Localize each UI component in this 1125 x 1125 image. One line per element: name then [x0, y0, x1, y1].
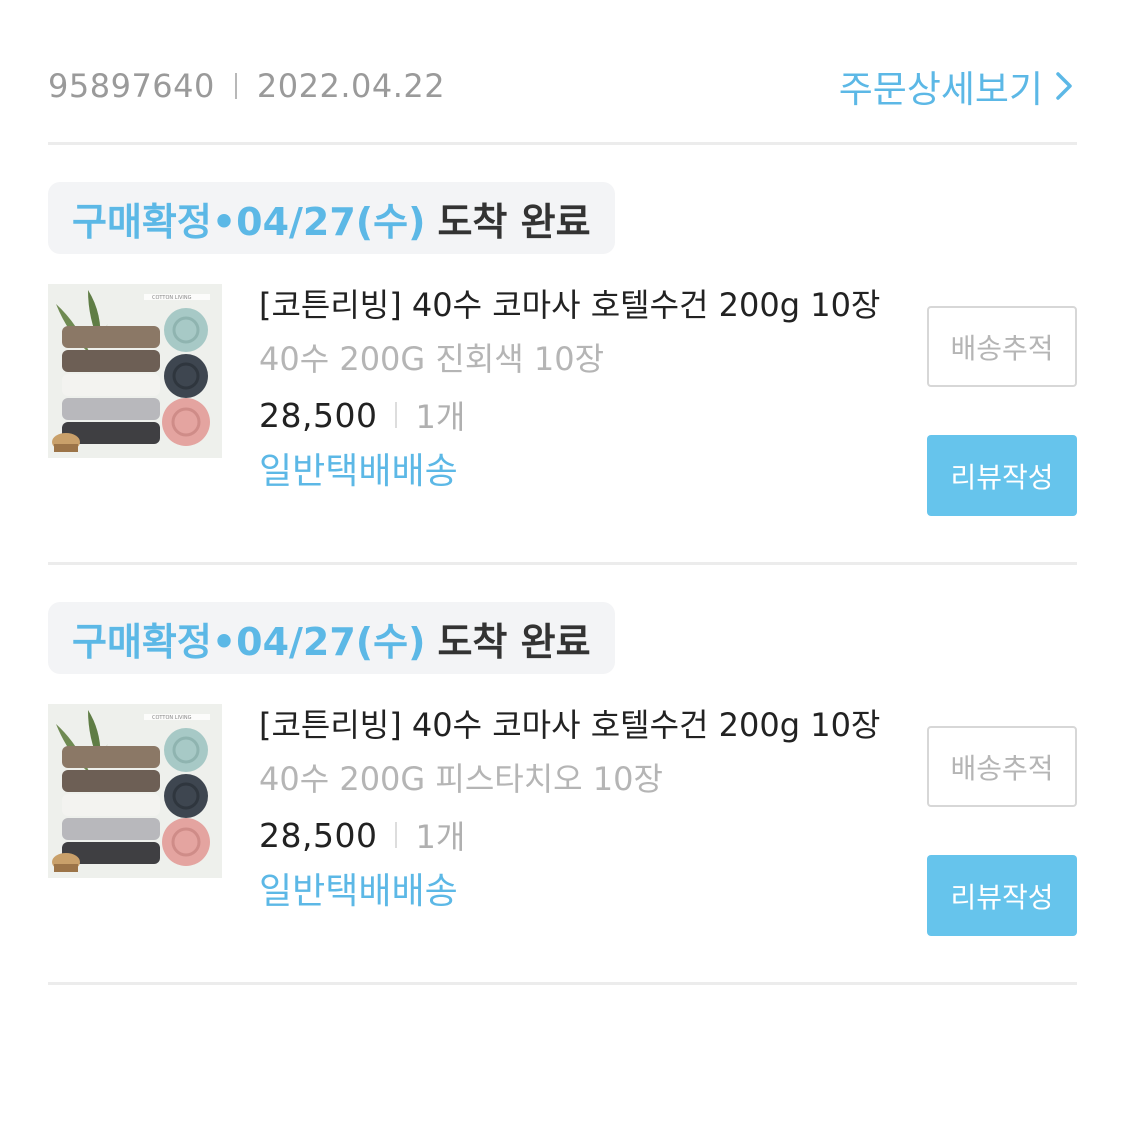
- price-row: 28,500 1개: [259, 814, 899, 857]
- product-title[interactable]: [코튼리빙] 40수 코마사 호텔수건 200g 10장: [259, 284, 899, 326]
- thumbnail-brand-text: COTTON LIVING: [152, 295, 192, 301]
- section-divider: [48, 562, 1077, 565]
- product-thumbnail[interactable]: COTTON LIVING: [48, 284, 222, 458]
- towel-stack-image: COTTON LIVING: [48, 704, 222, 878]
- write-review-button[interactable]: 리뷰작성: [927, 855, 1077, 936]
- price-separator: [395, 822, 398, 848]
- order-item: 구매확정•04/27(수) 도착 완료 COTTON LIVING [코튼리빙]…: [48, 602, 1077, 937]
- order-item: 구매확정•04/27(수) 도착 완료 COTTON LIVING [코튼리빙]…: [48, 182, 1077, 517]
- price-row: 28,500 1개: [259, 394, 899, 437]
- track-delivery-button[interactable]: 배송추적: [927, 306, 1077, 387]
- product-thumbnail[interactable]: COTTON LIVING: [48, 704, 222, 878]
- product-info: [코튼리빙] 40수 코마사 호텔수건 200g 10장 40수 200G 진회…: [259, 284, 899, 494]
- delivery-status-badge: 구매확정•04/27(수) 도착 완료: [48, 182, 615, 254]
- purchase-confirmed-text: 구매확정•04/27(수): [72, 199, 426, 244]
- product-price: 28,500: [259, 815, 378, 855]
- product-quantity: 1개: [415, 398, 466, 436]
- order-header: 95897640 2022.04.22 주문상세보기: [48, 58, 1077, 114]
- product-option: 40수 200G 피스타치오 10장: [259, 760, 663, 798]
- order-date: 2022.04.22: [256, 67, 446, 105]
- arrival-status-text: 도착 완료: [437, 199, 591, 244]
- write-review-button[interactable]: 리뷰작성: [927, 435, 1077, 516]
- thumbnail-brand-text: COTTON LIVING: [152, 715, 192, 721]
- shipping-method: 일반택배배송: [259, 871, 458, 912]
- price-separator: [395, 402, 398, 428]
- track-delivery-button[interactable]: 배송추적: [927, 726, 1077, 807]
- chevron-right-icon: [1056, 72, 1072, 100]
- towel-stack-image: COTTON LIVING: [48, 284, 222, 458]
- arrival-status-text: 도착 완료: [437, 619, 591, 664]
- shipping-method: 일반택배배송: [259, 451, 458, 492]
- purchase-confirmed-text: 구매확정•04/27(수): [72, 619, 426, 664]
- product-title[interactable]: [코튼리빙] 40수 코마사 호텔수건 200g 10장: [259, 704, 899, 746]
- section-divider: [48, 142, 1077, 145]
- meta-separator: [234, 73, 237, 99]
- section-divider: [48, 982, 1077, 985]
- product-info: [코튼리빙] 40수 코마사 호텔수건 200g 10장 40수 200G 피스…: [259, 704, 899, 914]
- order-detail-link[interactable]: 주문상세보기: [839, 59, 1077, 113]
- order-number: 95897640: [48, 67, 215, 105]
- order-detail-label: 주문상세보기: [838, 68, 1043, 111]
- order-meta: 95897640 2022.04.22: [48, 67, 445, 105]
- product-price: 28,500: [259, 395, 378, 435]
- product-quantity: 1개: [415, 818, 466, 856]
- delivery-status-badge: 구매확정•04/27(수) 도착 완료: [48, 602, 615, 674]
- product-option: 40수 200G 진회색 10장: [259, 340, 605, 378]
